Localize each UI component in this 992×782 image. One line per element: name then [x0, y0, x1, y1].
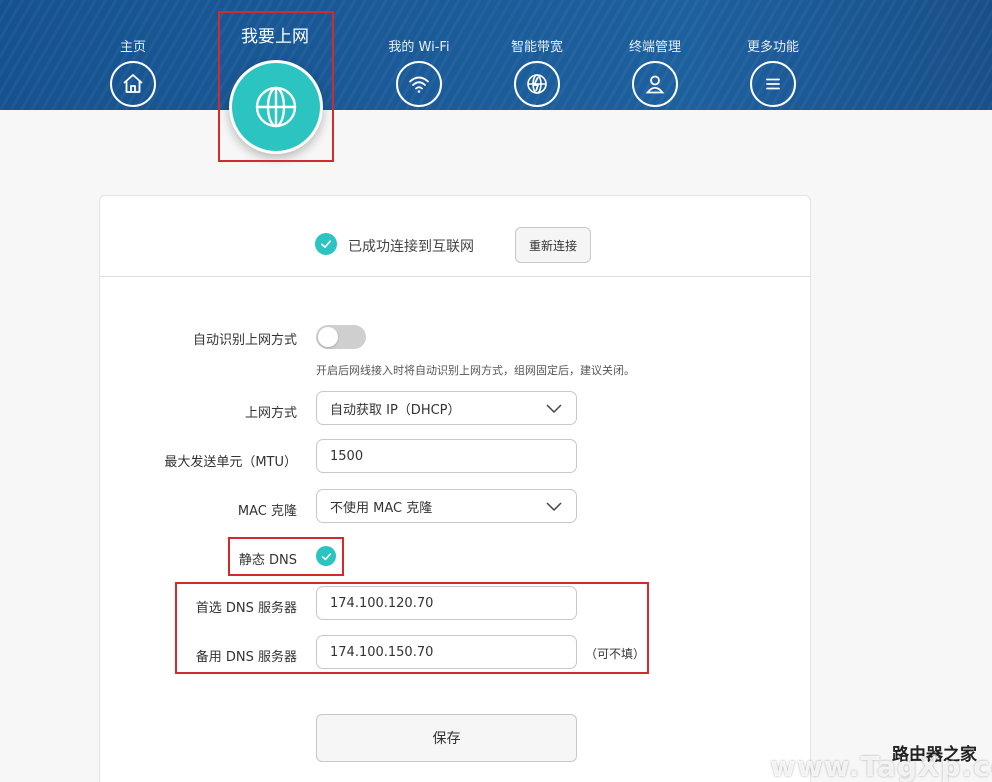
chevron-down-icon	[546, 404, 562, 414]
reconnect-button[interactable]: 重新连接	[515, 227, 591, 263]
mtu-value: 1500	[330, 448, 364, 464]
nav-item-home-label: 主页	[119, 40, 146, 55]
watermark-en: www.TagXp.com	[770, 750, 992, 782]
connection-status-text: 已成功连接到互联网	[348, 239, 474, 255]
mac-clone-value: 不使用 MAC 克隆	[330, 500, 433, 516]
mtu-input[interactable]: 1500	[316, 439, 577, 473]
primary-dns-input[interactable]: 174.100.120.70	[316, 586, 577, 620]
wifi-icon	[396, 61, 442, 107]
globe-icon	[255, 86, 297, 128]
primary-dns-value: 174.100.120.70	[330, 595, 434, 611]
secondary-dns-label: 备用 DNS 服务器	[195, 650, 297, 665]
chevron-down-icon	[546, 502, 562, 512]
user-icon	[632, 61, 678, 107]
toggle-knob	[318, 327, 338, 347]
save-button[interactable]: 保存	[316, 714, 577, 762]
mac-clone-select[interactable]: 不使用 MAC 克隆	[316, 489, 577, 523]
nav-item-more-label: 更多功能	[746, 40, 799, 55]
connection-type-select[interactable]: 自动获取 IP（DHCP）	[316, 391, 577, 425]
top-navigation-bar: 主页 我的 Wi-Fi 智能带宽 终端管理 更多功能 我要上网	[0, 0, 992, 110]
nav-item-home[interactable]: 主页	[73, 0, 193, 110]
nav-item-more[interactable]: 更多功能	[713, 0, 833, 110]
nav-item-internet-label: 我要上网	[241, 27, 309, 47]
mtu-label: 最大发送单元（MTU）	[164, 455, 297, 470]
static-dns-checkbox[interactable]	[316, 546, 336, 566]
nav-item-bandwidth-label: 智能带宽	[510, 40, 563, 55]
home-icon	[110, 61, 156, 107]
panel-divider	[100, 276, 810, 277]
nav-item-devices[interactable]: 终端管理	[595, 0, 715, 110]
nav-item-bandwidth[interactable]: 智能带宽	[477, 0, 597, 110]
check-icon	[321, 552, 331, 560]
mac-clone-label: MAC 克隆	[237, 504, 297, 519]
connection-type-value: 自动获取 IP（DHCP）	[330, 402, 461, 418]
static-dns-label: 静态 DNS	[238, 553, 297, 568]
auto-detect-label: 自动识别上网方式	[192, 333, 297, 348]
secondary-dns-value: 174.100.150.70	[330, 644, 434, 660]
auto-detect-toggle[interactable]	[316, 325, 366, 349]
bandwidth-icon	[514, 61, 560, 107]
nav-item-wifi-label: 我的 Wi-Fi	[388, 40, 450, 55]
secondary-dns-input[interactable]: 174.100.150.70	[316, 635, 577, 669]
connected-check-icon	[315, 233, 337, 255]
auto-detect-hint: 开启后网线接入时将自动识别上网方式，组网固定后，建议关闭。	[316, 364, 635, 377]
nav-item-devices-label: 终端管理	[628, 40, 681, 55]
optional-note: （可不填）	[585, 647, 646, 661]
nav-item-wifi[interactable]: 我的 Wi-Fi	[359, 0, 479, 110]
nav-item-internet[interactable]	[229, 60, 323, 154]
primary-dns-label: 首选 DNS 服务器	[195, 601, 297, 616]
connection-type-label: 上网方式	[244, 406, 297, 421]
menu-icon	[750, 61, 796, 107]
